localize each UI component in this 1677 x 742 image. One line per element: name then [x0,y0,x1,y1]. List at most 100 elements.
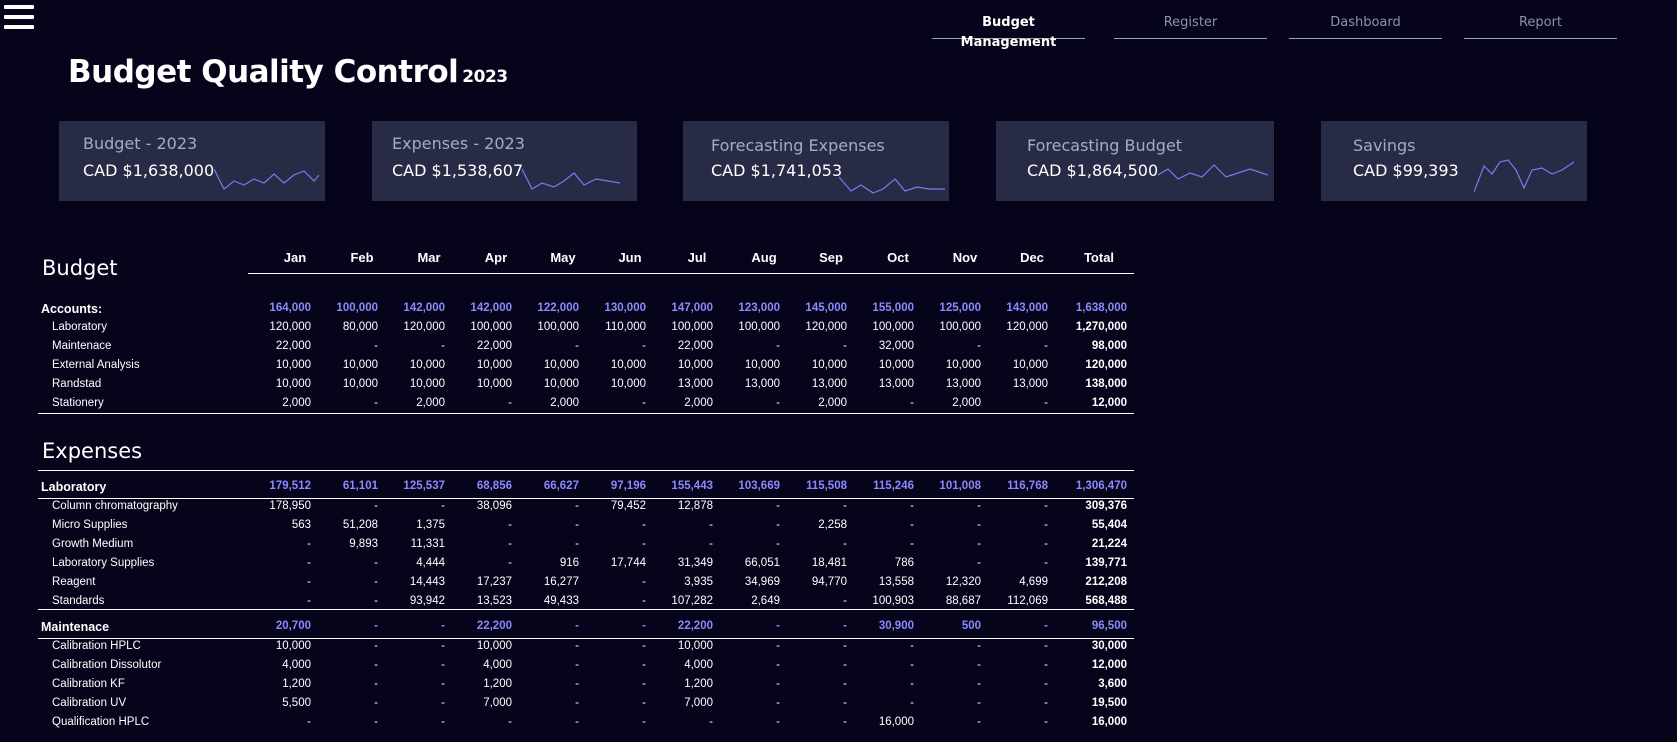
row-value-cell: 94,770 [811,576,847,588]
row-value-cell: - [1044,716,1048,728]
row-value-cell: 10,000 [610,359,646,371]
row-value-cell: 563 [291,519,311,531]
row-value-cell: - [977,340,981,352]
table-row: Laboratory 120,000 80,000 120,000 100,000 100… [38,319,1134,338]
nav-report[interactable]: Report [1464,13,1617,39]
row-value-cell: - [307,716,311,728]
row-value-cell: 13,000 [1012,378,1048,390]
row-total-cell: 3,600 [1098,678,1127,690]
row-value-cell: 88,687 [945,595,981,607]
row-value-cell: - [1044,620,1048,632]
row-total-cell: 55,404 [1091,519,1127,531]
row-value-cell: - [642,716,646,728]
row-value-cell: - [307,595,311,607]
column-header: Mar [417,250,441,265]
row-value-cell: 116,768 [1007,480,1048,492]
row-value-cell: - [843,678,847,690]
row-value-cell: - [374,500,378,512]
row-value-cell: 7,000 [684,697,713,709]
row-value-cell: 1,200 [282,678,311,690]
row-value-cell: - [508,557,512,569]
row-value-cell: 66,051 [744,557,780,569]
row-value-cell: - [843,595,847,607]
kpi-label: Savings [1353,136,1416,155]
row-value-cell: 10,000 [409,378,445,390]
row-total-cell: 212,208 [1085,576,1127,588]
row-value-cell: - [642,519,646,531]
sparkline [1158,164,1268,180]
row-value-cell: - [843,640,847,652]
row-value-cell: 2,000 [550,397,579,409]
row-value-cell: - [977,716,981,728]
row-value-cell: - [575,678,579,690]
row-value-cell: 2,000 [952,397,981,409]
table-row: Reagent - - 14,443 17,237 16,277 - 3,935 34,969 9… [38,574,1134,593]
row-value-cell: - [508,519,512,531]
row-total-cell: 139,771 [1085,557,1127,569]
row-total-cell: 12,000 [1091,397,1127,409]
column-header: Nov [952,250,978,265]
row-value-cell: 4,000 [282,659,311,671]
row-value-cell: 10,000 [342,378,378,390]
row-value-cell: - [374,557,378,569]
row-value-cell: 10,000 [610,378,646,390]
row-value-cell: - [642,340,646,352]
row-value-cell: - [642,576,646,588]
row-value-cell: - [1044,538,1048,550]
row-value-cell: 22,200 [476,620,512,632]
row-value-cell: 2,000 [282,397,311,409]
row-value-cell: 32,000 [878,340,914,352]
row-value-cell: - [910,397,914,409]
row-value-cell: 12,320 [945,576,981,588]
kpi-value: CAD $99,393 [1353,161,1459,180]
row-value-cell: - [776,519,780,531]
header-underline [248,273,1134,274]
row-value-cell: 61,101 [342,480,378,492]
section-title-budget: Budget [42,256,118,280]
row-value-cell: - [575,620,579,632]
column-header: Total [1083,250,1115,265]
row-value-cell: 122,000 [537,302,579,314]
menu-icon[interactable] [4,5,34,31]
row-value-cell: 100,000 [671,321,713,333]
row-value-cell: - [642,640,646,652]
row-value-cell: - [374,697,378,709]
row-value-cell: - [709,538,713,550]
column-header: Aug [751,250,777,265]
row-value-cell: - [977,538,981,550]
table-row: Laboratory Supplies - - 4,444 - 916 17,744 31,3… [38,555,1134,574]
row-value-cell: 4,699 [1019,576,1048,588]
table-row: Growth Medium - 9,893 11,331 - - - - - - - - - 21,224 [38,536,1134,555]
row-label: External Analysis [52,359,140,371]
row-value-cell: - [843,538,847,550]
row-label: Micro Supplies [52,519,128,531]
row-total-cell: 96,500 [1091,620,1127,632]
row-value-cell: 10,000 [945,359,981,371]
row-value-cell: 1,200 [684,678,713,690]
nav-dashboard[interactable]: Dashboard [1289,13,1442,39]
section-top-line [38,470,1134,471]
row-value-cell: - [776,659,780,671]
row-value-cell: 22,000 [677,340,713,352]
table-row: Calibration HPLC 10,000 - - 10,000 - - 10,000 - -… [38,638,1134,657]
row-label: Laboratory [41,480,107,494]
row-label: Reagent [52,576,96,588]
row-value-cell: - [374,397,378,409]
row-value-cell: 13,000 [677,378,713,390]
row-value-cell: 100,000 [470,321,512,333]
section-bottom-line [38,413,1134,414]
row-value-cell: 115,246 [873,480,914,492]
row-value-cell: 155,443 [671,480,713,492]
table-row: Micro Supplies 563 51,208 1,375 - - - - - 2,258 - -… [38,517,1134,536]
row-value-cell: 103,669 [738,480,780,492]
table-group-row: Accounts: 164,000 100,000 142,000 142,000 122… [38,300,1134,319]
row-value-cell: - [374,576,378,588]
row-value-cell: - [374,595,378,607]
row-value-cell: 125,000 [939,302,981,314]
column-header: May [550,250,576,265]
table-row: Randstad 10,000 10,000 10,000 10,000 10,000 10… [38,376,1134,395]
row-label: Growth Medium [52,538,134,550]
row-value-cell: 10,000 [878,359,914,371]
row-value-cell: 4,444 [416,557,445,569]
row-value-cell: - [307,557,311,569]
